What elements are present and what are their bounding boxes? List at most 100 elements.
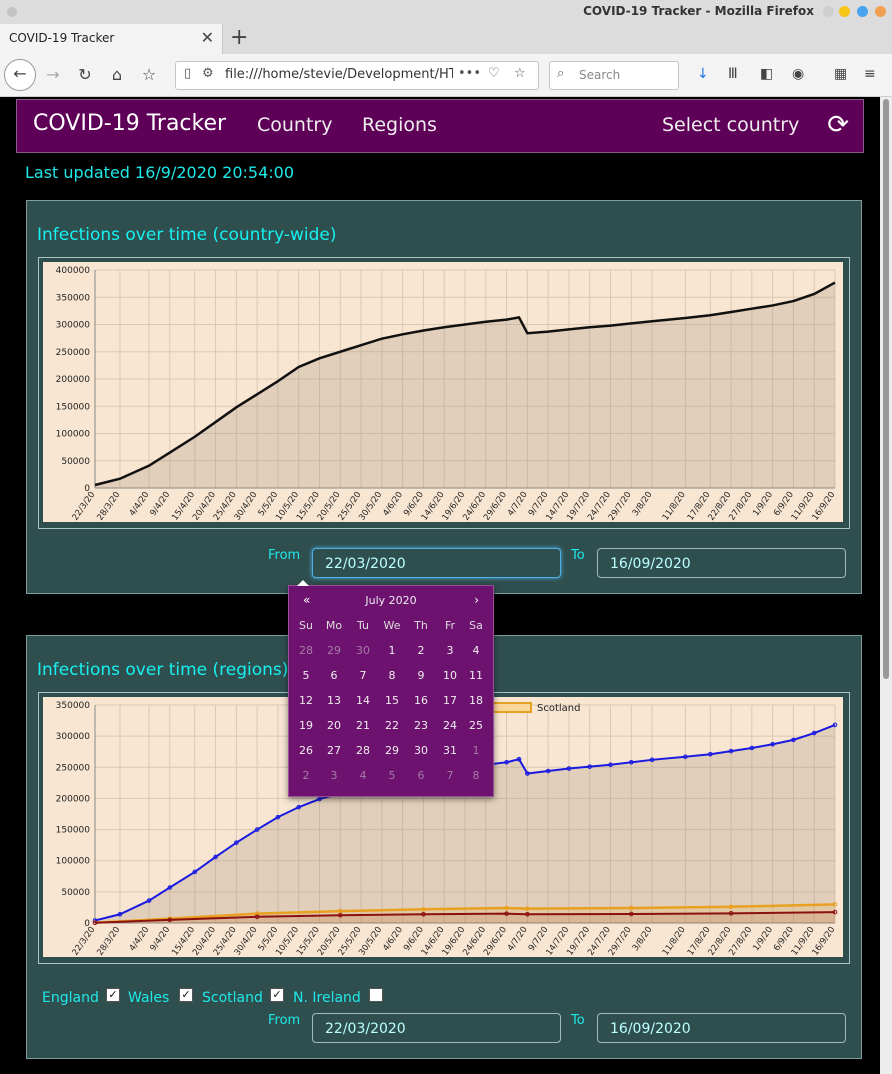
library-icon[interactable]: Ⅲ	[728, 66, 738, 82]
datepicker-day[interactable]: 6	[407, 769, 435, 782]
datepicker-next-button[interactable]: ›	[474, 593, 479, 607]
pocket-icon[interactable]: ♡	[488, 66, 500, 81]
y-tick-label: 350000	[56, 293, 91, 303]
regions-from-input[interactable]: 22/03/2020	[312, 1013, 561, 1043]
tab-title: COVID-19 Tracker	[9, 31, 115, 45]
new-tab-icon[interactable]: +	[230, 25, 248, 50]
select-country-dropdown[interactable]: Select country	[662, 114, 799, 136]
country-chart-frame: 0 50000 100000 150000 200000 250000 300000 3500…	[38, 257, 850, 529]
datepicker-day[interactable]: 18	[462, 694, 490, 707]
regions-from-label: From	[268, 1013, 301, 1028]
browser-toolbar: ← → ↻ ⌂ ☆ ▯ ⚙ file:///home/stevie/Develo…	[0, 54, 892, 97]
england-checkbox[interactable]: ✓	[106, 988, 120, 1002]
datepicker-weekday-we: We	[383, 619, 401, 632]
datepicker-day[interactable]: 26	[292, 744, 320, 757]
datepicker-day[interactable]: 29	[320, 644, 348, 657]
url-bar[interactable]: ▯ ⚙ file:///home/stevie/Development/HT •…	[175, 61, 539, 90]
y-tick-label: 50000	[61, 888, 90, 898]
datepicker-day[interactable]: 4	[349, 769, 377, 782]
datepicker-day[interactable]: 30	[349, 644, 377, 657]
datepicker-day[interactable]: 7	[436, 769, 464, 782]
y-tick-label: 200000	[56, 794, 91, 804]
wales-checkbox[interactable]: ✓	[179, 988, 193, 1002]
app-brand[interactable]: COVID-19 Tracker	[33, 111, 226, 136]
datepicker-day[interactable]: 6	[320, 669, 348, 682]
datepicker-day[interactable]: 24	[436, 719, 464, 732]
datepicker-day[interactable]: 16	[407, 694, 435, 707]
search-icon: ⌕	[557, 66, 565, 81]
datepicker-day[interactable]: 1	[378, 644, 406, 657]
datepicker-day[interactable]: 28	[292, 644, 320, 657]
datepicker-day[interactable]: 23	[407, 719, 435, 732]
datepicker-day[interactable]: 8	[378, 669, 406, 682]
permissions-icon[interactable]: ⚙	[202, 66, 214, 81]
datepicker-day[interactable]: 5	[292, 669, 320, 682]
datepicker-day[interactable]: 31	[436, 744, 464, 757]
page-info-icon[interactable]: ▯	[184, 66, 191, 81]
datepicker-day[interactable]: 19	[292, 719, 320, 732]
back-icon[interactable]: ←	[4, 59, 36, 91]
datepicker-day[interactable]: 14	[349, 694, 377, 707]
datepicker-day[interactable]: 13	[320, 694, 348, 707]
datepicker-day[interactable]: 1	[462, 744, 490, 757]
tab-close-icon[interactable]: ✕	[201, 28, 214, 47]
reload-icon[interactable]: ↻	[72, 62, 98, 88]
scrollbar-thumb[interactable]	[883, 99, 889, 679]
datepicker-day[interactable]: 11	[462, 669, 490, 682]
window-menu-icon[interactable]	[7, 7, 17, 17]
url-text[interactable]: file:///home/stevie/Development/HT	[225, 67, 453, 82]
datepicker-day[interactable]: 3	[436, 644, 464, 657]
datepicker-month-label[interactable]: July 2020	[289, 594, 493, 610]
browser-tab[interactable]: COVID-19 Tracker ✕	[0, 24, 223, 54]
country-from-input[interactable]: 22/03/2020	[312, 548, 561, 578]
datepicker-day[interactable]: 27	[320, 744, 348, 757]
window-titlebar: COVID-19 Tracker - Mozilla Firefox	[0, 0, 892, 25]
home-icon[interactable]: ⌂	[104, 62, 130, 88]
datepicker-day[interactable]: 9	[407, 669, 435, 682]
search-bar[interactable]: ⌕ Search	[549, 61, 679, 90]
regions-to-input[interactable]: 16/09/2020	[597, 1013, 846, 1043]
maximize-button[interactable]	[857, 6, 868, 17]
datepicker-day[interactable]: 20	[320, 719, 348, 732]
datepicker-day[interactable]: 15	[378, 694, 406, 707]
pocket-star-icon[interactable]: ☆	[136, 62, 162, 88]
page-scrollbar[interactable]	[880, 97, 892, 1074]
bookmark-star-icon[interactable]: ☆	[514, 66, 526, 81]
datepicker-day[interactable]: 28	[349, 744, 377, 757]
forward-icon[interactable]: →	[40, 62, 66, 88]
nireland-checkbox[interactable]	[369, 988, 383, 1002]
datepicker-day[interactable]: 12	[292, 694, 320, 707]
datepicker-day[interactable]: 2	[407, 644, 435, 657]
datepicker-day[interactable]: 4	[462, 644, 490, 657]
datepicker-day[interactable]: 21	[349, 719, 377, 732]
datepicker-day[interactable]: 10	[436, 669, 464, 682]
y-tick-label: 250000	[56, 763, 91, 773]
downloads-icon[interactable]: ↓	[697, 66, 709, 82]
scotland-checkbox-label: Scotland	[202, 990, 263, 1006]
account-icon[interactable]: ◉	[792, 66, 804, 82]
datepicker-day[interactable]: 25	[462, 719, 490, 732]
page-actions-icon[interactable]: •••	[458, 66, 481, 81]
window-up-icon	[823, 6, 834, 17]
datepicker-day[interactable]: 29	[378, 744, 406, 757]
datepicker-day[interactable]: 8	[462, 769, 490, 782]
minimize-button[interactable]	[839, 6, 850, 17]
datepicker-weekday-th: Th	[414, 619, 428, 632]
datepicker-day[interactable]: 30	[407, 744, 435, 757]
datepicker-day[interactable]: 2	[292, 769, 320, 782]
datepicker-day[interactable]: 5	[378, 769, 406, 782]
nav-country-link[interactable]: Country	[257, 114, 332, 136]
extensions-icon[interactable]: ▦	[834, 66, 847, 82]
country-to-input[interactable]: 16/09/2020	[597, 548, 846, 578]
nav-regions-link[interactable]: Regions	[362, 114, 437, 136]
datepicker-day[interactable]: 22	[378, 719, 406, 732]
hamburger-menu-icon[interactable]: ≡	[864, 66, 876, 82]
sidebar-icon[interactable]: ◧	[760, 66, 773, 82]
scotland-checkbox[interactable]: ✓	[270, 988, 284, 1002]
datepicker-day[interactable]: 7	[349, 669, 377, 682]
datepicker-day[interactable]: 3	[320, 769, 348, 782]
refresh-icon[interactable]: ⟳	[827, 110, 849, 140]
datepicker-day[interactable]: 17	[436, 694, 464, 707]
y-tick-label: 300000	[56, 321, 91, 331]
close-window-button[interactable]	[875, 6, 886, 17]
